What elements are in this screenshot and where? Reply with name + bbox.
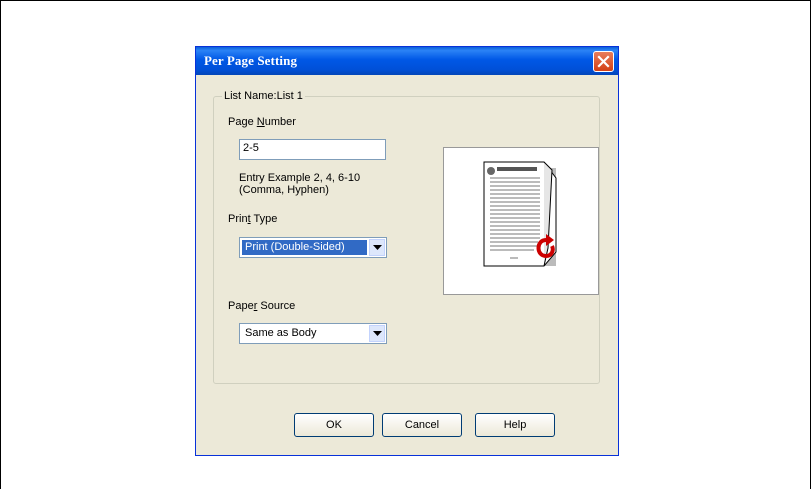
chevron-down-icon xyxy=(373,245,382,250)
group-label: List Name:List 1 xyxy=(222,90,305,102)
print-type-value: Print (Double-Sided) xyxy=(242,240,367,255)
close-button[interactable] xyxy=(593,51,614,72)
paper-source-select[interactable]: Same as Body xyxy=(239,323,387,344)
dialog-title: Per Page Setting xyxy=(204,53,298,68)
title-bar[interactable]: Per Page Setting xyxy=(196,47,618,75)
entry-example-text: Entry Example 2, 4, 6-10 xyxy=(239,172,361,184)
help-button[interactable]: Help xyxy=(475,413,555,437)
page-number-input[interactable]: 2-5 xyxy=(239,139,386,160)
ok-button[interactable]: OK xyxy=(294,413,374,437)
print-type-dropdown-button[interactable] xyxy=(369,239,385,256)
page-number-label: Page Number xyxy=(228,116,296,128)
paper-source-value: Same as Body xyxy=(245,327,317,339)
print-type-select[interactable]: Print (Double-Sided) xyxy=(239,237,387,258)
dialog-client-area: List Name:List 1 Page Number 2-5 Entry E… xyxy=(199,75,615,453)
paper-source-dropdown-button[interactable] xyxy=(369,325,385,342)
chevron-down-icon xyxy=(373,331,382,336)
cancel-button[interactable]: Cancel xyxy=(382,413,462,437)
list-group-box: List Name:List 1 Page Number 2-5 Entry E… xyxy=(213,90,600,384)
preview-panel xyxy=(443,147,599,295)
entry-example-hint: (Comma, Hyphen) xyxy=(239,184,329,196)
paper-source-label: Paper Source xyxy=(228,300,296,312)
print-type-label: Print Type xyxy=(228,213,278,225)
per-page-setting-dialog: Per Page Setting List Name:List 1 Page N… xyxy=(195,46,619,456)
double-sided-page-icon xyxy=(483,161,557,267)
close-icon xyxy=(597,55,610,68)
